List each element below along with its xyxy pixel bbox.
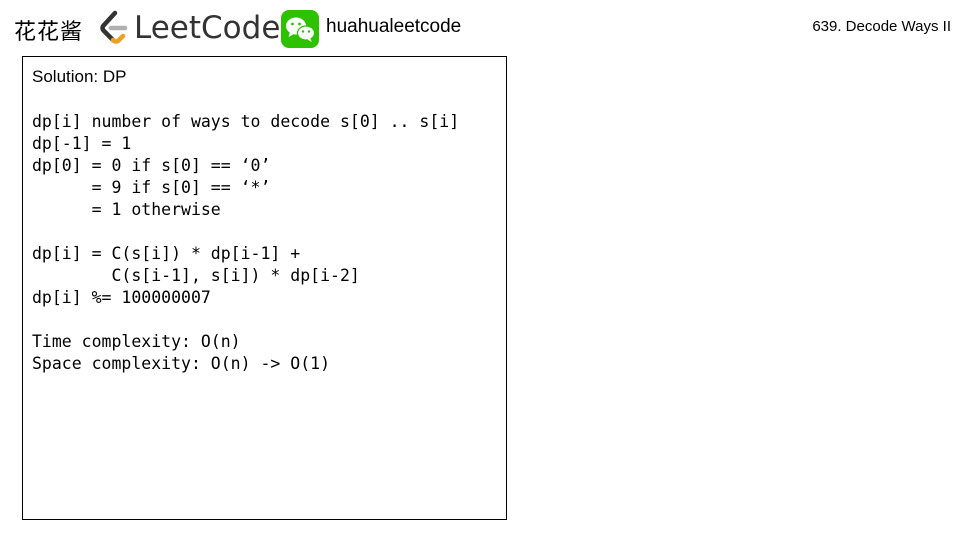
header: 花花酱 LeetCode huahualeetcode 639. Decode … [0,0,960,56]
brand-chinese-name: 花花酱 [14,20,84,45]
code-line: = 1 otherwise [32,200,221,219]
code-line: Time complexity: O(n) [32,332,241,351]
code-line: dp[0] = 0 if s[0] == ‘0’ [32,156,271,175]
leetcode-logo-text: LeetCode [134,10,281,46]
panel-title: Solution: DP [32,67,127,86]
code-line: dp[i] %= 100000007 [32,288,211,307]
code-line: dp[-1] = 1 [32,134,132,153]
leetcode-logo: LeetCode [98,10,280,46]
solution-panel: Solution: DP dp[i] number of ways to dec… [22,56,507,520]
code-line: dp[i] = C(s[i]) * dp[i-1] + [32,244,301,263]
code-line: C(s[i-1], s[i]) * dp[i-2] [32,266,360,285]
code-line: dp[i] number of ways to decode s[0] .. s… [32,112,460,131]
code-line: = 9 if s[0] == ‘*’ [32,178,271,197]
code-line: Space complexity: O(n) -> O(1) [32,354,331,373]
leetcode-logo-icon [100,10,128,44]
solution-code: dp[i] number of ways to decode s[0] .. s… [32,111,459,375]
wechat-icon [281,10,319,48]
channel-name: huahualeetcode [326,16,462,37]
problem-title: 639. Decode Ways II [812,18,951,35]
